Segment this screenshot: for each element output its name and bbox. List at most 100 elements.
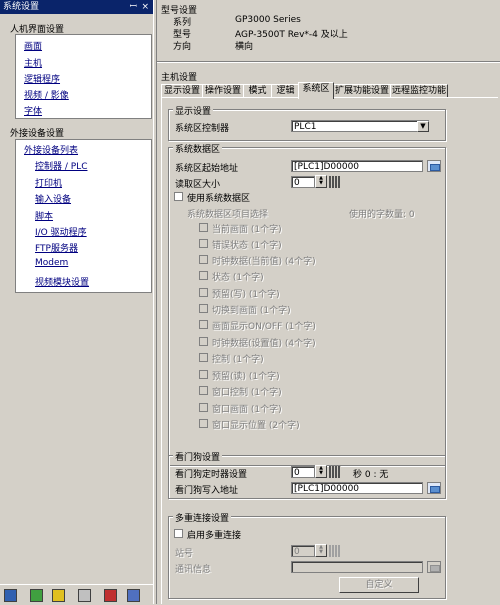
item-label: 状态 (1个字)	[212, 273, 264, 283]
grid-icon[interactable]	[127, 589, 140, 602]
book-icon[interactable]	[104, 589, 117, 602]
watchdog-address-label: 看门狗写入地址	[175, 486, 239, 496]
tab-display[interactable]: 显示设置	[161, 84, 203, 98]
custom-button[interactable]: 自定义	[339, 577, 419, 593]
station-label: 站号	[175, 549, 194, 559]
spinner-icon[interactable]: ▲ ▼	[315, 465, 327, 478]
link-ftp-server[interactable]: FTP服务器	[35, 241, 78, 254]
spinner-icon[interactable]: ▲ ▼	[315, 175, 327, 188]
tab-system-area[interactable]: 系统区	[298, 82, 334, 99]
link-video[interactable]: 视频 / 影像	[24, 88, 69, 101]
system-data-group: 系统数据区 系统区起始地址 [PLC1]D00000 读取区大小 0 ▲ ▼ 使用…	[168, 142, 446, 466]
keypad-icon[interactable]	[329, 545, 341, 557]
item-label: 时钟数据(当前值) (4个字)	[212, 257, 316, 267]
address-browse-icon[interactable]	[427, 160, 441, 172]
item-checkbox[interactable]	[199, 337, 208, 346]
item-checkbox[interactable]	[199, 288, 208, 297]
use-system-area-checkbox[interactable]	[174, 192, 183, 201]
device-settings-list: 外接设备列表 控制器 / PLC 打印机 输入设备 脚本 I/O 驱动程序 FT…	[15, 139, 152, 293]
item-checkbox[interactable]	[199, 223, 208, 232]
read-size-label: 读取区大小	[175, 180, 221, 190]
tab-remote-monitor[interactable]: 远程监控功能	[390, 84, 448, 98]
orientation-label: 方向	[173, 42, 192, 52]
link-script[interactable]: 脚本	[35, 209, 53, 222]
link-io-driver[interactable]: I/O 驱动程序	[35, 225, 87, 238]
keypad-icon[interactable]	[329, 176, 341, 188]
item-label: 当前画面 (1个字)	[212, 225, 282, 235]
watchdog-timer-input[interactable]: 0	[291, 466, 315, 478]
item-checkbox[interactable]	[199, 320, 208, 329]
link-input-device[interactable]: 输入设备	[35, 192, 71, 205]
station-value: 0	[294, 547, 300, 557]
item-select-label: 系统数据区项目选择	[187, 210, 269, 220]
link-main-unit[interactable]: 主机	[24, 56, 42, 69]
panel-title: 系统设置	[3, 2, 40, 12]
item-checkbox[interactable]	[199, 370, 208, 379]
link-screen[interactable]: 画面	[24, 39, 42, 52]
browse-icon[interactable]	[427, 561, 441, 573]
pin-icon[interactable]: ꟷ	[130, 0, 137, 14]
tab-logic[interactable]: 逻辑	[271, 84, 300, 98]
search-icon[interactable]	[78, 589, 91, 602]
multi-connection-title: 多重连接设置	[173, 511, 232, 524]
link-controller-plc[interactable]: 控制器 / PLC	[35, 159, 87, 172]
display-settings-group: 显示设置 系统区控制器 PLC1 ▼	[168, 104, 446, 141]
tab-extended[interactable]: 扩展功能设置	[333, 84, 391, 98]
multi-connection-group: 多重连接设置 启用多重连接 站号 0 ▲ ▼ 通讯信息 自定义	[168, 511, 446, 599]
item-checkbox[interactable]	[199, 271, 208, 280]
item-label: 预留(读) (1个字)	[212, 372, 280, 382]
use-system-area-label: 使用系统数据区	[187, 194, 251, 204]
item-label: 错误状态 (1个字)	[212, 241, 282, 251]
item-checkbox[interactable]	[199, 239, 208, 248]
item-label: 窗口画面 (1个字)	[212, 405, 282, 415]
system-data-title: 系统数据区	[173, 142, 223, 155]
item-checkbox[interactable]	[199, 386, 208, 395]
table-icon[interactable]	[30, 589, 43, 602]
watchdog-address-input[interactable]: [PLC1]D00000	[291, 482, 423, 494]
watchdog-address-value: [PLC1]D00000	[294, 484, 360, 494]
link-logic-program[interactable]: 逻辑程序	[24, 72, 60, 85]
watchdog-title: 看门狗设置	[173, 450, 223, 463]
item-checkbox[interactable]	[199, 304, 208, 313]
address-browse-icon[interactable]	[427, 482, 441, 494]
spinner-icon[interactable]: ▲ ▼	[315, 544, 327, 557]
keypad-icon[interactable]	[329, 466, 341, 478]
controller-select[interactable]: PLC1	[291, 120, 429, 132]
settings-editor: 型号设置 系列 GP3000 Series 型号 AGP-3500T Rev*-…	[157, 0, 500, 604]
item-label: 预留(写) (1个字)	[212, 290, 280, 300]
item-label: 窗口控制 (1个字)	[212, 388, 282, 398]
link-printer[interactable]: 打印机	[35, 176, 62, 189]
item-checkbox[interactable]	[199, 255, 208, 264]
palette-icon[interactable]	[52, 589, 65, 602]
dropdown-arrow-icon[interactable]: ▼	[417, 121, 429, 132]
panel-toolbar	[0, 584, 153, 605]
tab-mode[interactable]: 模式	[243, 84, 272, 98]
watchdog-timer-label: 看门狗定时器设置	[175, 470, 248, 480]
read-size-input[interactable]: 0	[291, 176, 315, 188]
item-checkbox[interactable]	[199, 353, 208, 362]
system-settings-panel: 系统设置 ꟷ × 人机界面设置 画面 主机 逻辑程序 视频 / 影像 字体 外接…	[0, 0, 153, 605]
station-input[interactable]: 0	[291, 545, 315, 557]
tab-operation[interactable]: 操作设置	[202, 84, 244, 98]
item-checkbox[interactable]	[199, 419, 208, 428]
folder-icon[interactable]	[4, 589, 17, 602]
panel-title-bar: 系统设置 ꟷ ×	[0, 0, 153, 14]
series-value: GP3000 Series	[235, 15, 301, 25]
link-modem[interactable]: Modem	[35, 258, 68, 268]
controller-value: PLC1	[294, 122, 317, 132]
start-address-input[interactable]: [PLC1]D00000	[291, 160, 423, 172]
link-device-list[interactable]: 外接设备列表	[24, 143, 78, 156]
watchdog-group: 看门狗设置 看门狗定时器设置 0 ▲ ▼ 秒 0 : 无 看门狗写入地址 [PLC…	[168, 450, 446, 499]
item-label: 控制 (1个字)	[212, 355, 264, 365]
comm-info-label: 通讯信息	[175, 565, 212, 575]
start-address-value: [PLC1]D00000	[294, 162, 360, 172]
enable-multi-checkbox[interactable]	[174, 529, 183, 538]
word-count-label: 使用的字数量: 0	[349, 210, 415, 220]
link-font[interactable]: 字体	[24, 104, 42, 117]
watchdog-timer-value: 0	[294, 468, 300, 478]
item-checkbox[interactable]	[199, 403, 208, 412]
close-icon[interactable]: ×	[141, 0, 149, 14]
comm-info-input[interactable]	[291, 561, 423, 573]
link-video-module[interactable]: 视频模块设置	[35, 275, 89, 288]
divider	[157, 61, 500, 63]
